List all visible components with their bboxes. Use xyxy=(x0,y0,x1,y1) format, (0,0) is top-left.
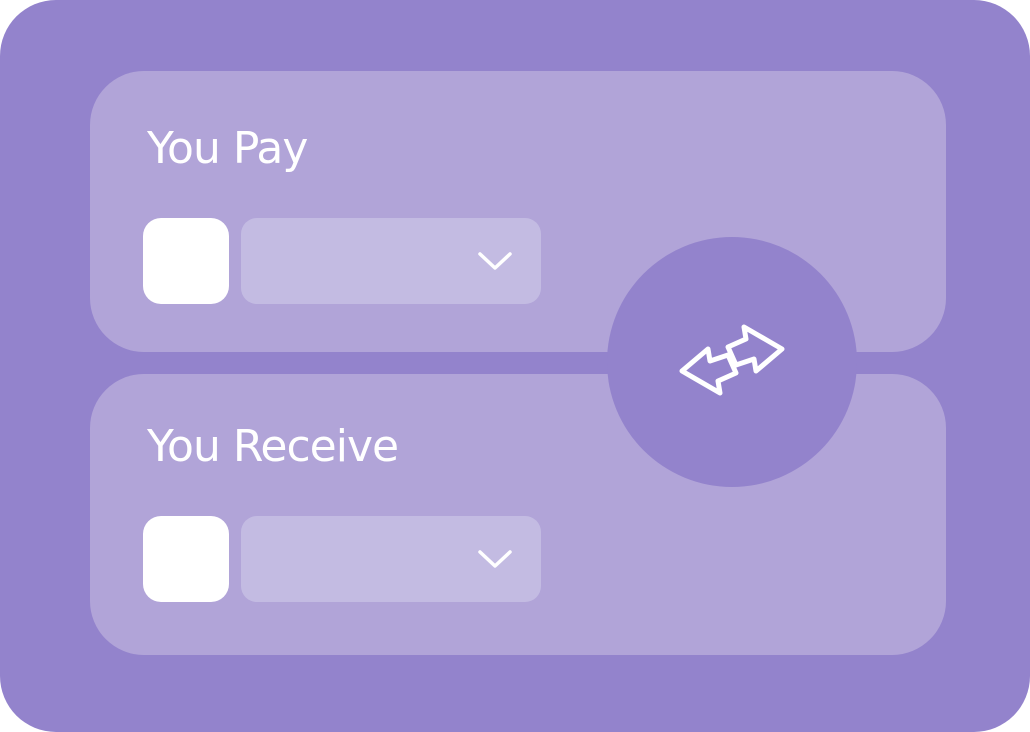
swap-widget: You Pay You Receive xyxy=(0,0,1030,732)
pay-title: You Pay xyxy=(147,123,308,174)
receive-token-select[interactable] xyxy=(241,516,541,602)
receive-title: You Receive xyxy=(147,421,399,472)
receive-token-icon xyxy=(143,516,229,602)
swap-arrows-icon xyxy=(679,324,785,396)
chevron-down-icon xyxy=(478,252,512,270)
pay-token-select[interactable] xyxy=(241,218,541,304)
pay-token-icon xyxy=(143,218,229,304)
chevron-down-icon xyxy=(478,550,512,568)
swap-direction-button[interactable] xyxy=(607,237,857,487)
